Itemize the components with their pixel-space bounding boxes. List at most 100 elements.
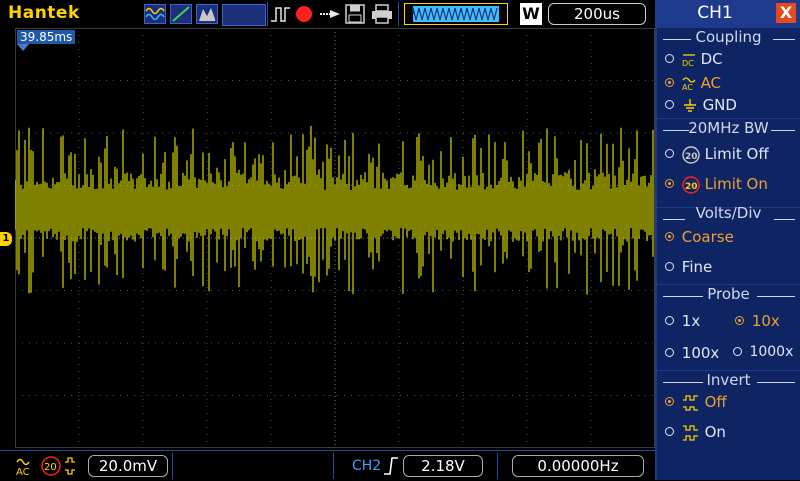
radio-icon <box>665 262 674 271</box>
ch1-menu-panel: CH1 X Coupling DC DC AC AC GND 20MHz BW … <box>655 0 800 480</box>
trigger-source-label: CH2 <box>352 458 382 474</box>
invert-on-label: On <box>704 423 726 441</box>
invert-off-icon <box>682 394 698 411</box>
probe-100x-label: 100x <box>681 344 720 362</box>
probe-1x-label: 1x <box>681 312 701 330</box>
probe-10x-option[interactable]: 10x <box>735 312 780 330</box>
svg-text:20: 20 <box>685 182 698 192</box>
pointer-icon[interactable] <box>318 4 342 24</box>
window-badge[interactable]: W <box>520 3 542 25</box>
coupling-gnd-option[interactable]: GND <box>665 96 737 114</box>
radio-icon <box>665 100 674 109</box>
radio-selected-icon <box>665 179 674 188</box>
coupling-ac-option[interactable]: AC AC <box>665 74 721 92</box>
panel-header: CH1 X <box>655 0 800 26</box>
save-icon[interactable] <box>345 4 365 24</box>
rising-edge-icon <box>384 457 398 475</box>
radio-icon <box>665 149 674 158</box>
status-divider <box>172 453 173 479</box>
bw-limit-on-option[interactable]: 20 Limit On <box>665 175 768 194</box>
trigger-position-pointer[interactable] <box>17 44 29 51</box>
bw-limit-icon: 20 <box>41 456 61 476</box>
probe-10x-label: 10x <box>751 312 780 330</box>
radio-icon <box>665 54 674 63</box>
radio-icon <box>733 346 742 356</box>
bw-limit-off-label: Limit Off <box>704 145 769 163</box>
bw-limit-title: 20MHz BW <box>688 119 769 137</box>
coupling-gnd-label: GND <box>702 96 737 114</box>
record-icon[interactable] <box>294 4 314 24</box>
screen-icon[interactable] <box>222 4 266 26</box>
probe-section: Probe 1x 10x 100x 1000x <box>657 285 800 370</box>
bw-20-limit-icon: 20 <box>682 175 700 194</box>
trigger-level-readout[interactable]: 2.18V <box>403 455 483 477</box>
status-divider <box>333 453 334 479</box>
radio-icon <box>665 348 674 357</box>
coupling-dc-label: DC <box>700 50 723 68</box>
coupling-section: Coupling DC DC AC AC GND <box>657 28 800 118</box>
radio-icon <box>665 427 674 436</box>
ac-coupling-icon: AC <box>16 458 30 477</box>
ac-coupling-icon: AC <box>682 76 696 92</box>
volts-per-div-readout[interactable]: 20.0mV <box>88 455 168 477</box>
coupling-title: Coupling <box>695 28 762 46</box>
invert-on-icon <box>682 424 698 441</box>
svg-text:20: 20 <box>685 152 698 162</box>
bw-limit-off-option[interactable]: 20 Limit Off <box>665 145 769 164</box>
waveform-overview[interactable] <box>404 3 508 25</box>
brand-logo: Hantek <box>8 3 80 23</box>
svg-text:DC: DC <box>682 59 694 68</box>
volts-div-section: Volts/Div Coarse Fine <box>657 204 800 284</box>
volts-div-title: Volts/Div <box>695 204 762 222</box>
invert-off-option[interactable]: Off <box>665 393 727 411</box>
svg-text:AC: AC <box>682 83 693 92</box>
bw-20-icon: 20 <box>682 145 700 164</box>
top-toolbar: Hantek W 200us <box>0 0 655 28</box>
timebase-readout[interactable]: 200us <box>548 3 646 25</box>
status-bar: AC 20 20.0mV CH2 2.18V 0.00000Hz <box>0 450 655 481</box>
svg-text:AC: AC <box>16 467 30 477</box>
panel-title: CH1 <box>697 3 733 23</box>
radio-selected-icon <box>735 316 744 325</box>
coupling-dc-option[interactable]: DC DC <box>665 50 723 68</box>
volts-fine-option[interactable]: Fine <box>665 258 712 276</box>
probe-1x-option[interactable]: 1x <box>665 312 700 330</box>
svg-text:20: 20 <box>44 462 57 473</box>
print-icon[interactable] <box>370 4 394 24</box>
volts-fine-label: Fine <box>681 258 713 276</box>
probe-title: Probe <box>707 285 750 303</box>
invert-icon <box>65 457 75 475</box>
invert-section: Invert Off On <box>657 371 800 480</box>
invert-on-option[interactable]: On <box>665 423 726 441</box>
radio-icon <box>665 316 674 325</box>
cursor-icon[interactable] <box>170 4 192 24</box>
probe-100x-option[interactable]: 100x <box>665 344 719 362</box>
time-position-marker[interactable]: 39.85ms <box>17 30 76 44</box>
ground-icon <box>683 98 696 112</box>
coupling-ac-label: AC <box>700 74 722 92</box>
ch1-trace <box>15 126 654 295</box>
dc-coupling-icon: DC <box>682 53 695 68</box>
trigger-pulse-icon[interactable] <box>270 4 292 24</box>
probe-1000x-option[interactable]: 1000x <box>733 344 793 360</box>
invert-title: Invert <box>706 371 751 389</box>
radio-selected-icon <box>665 232 674 241</box>
status-divider <box>497 453 498 479</box>
probe-1000x-label: 1000x <box>749 344 794 360</box>
bw-limit-on-label: Limit On <box>704 175 768 193</box>
toolbar-divider <box>267 2 268 26</box>
radio-selected-icon <box>665 78 674 87</box>
volts-coarse-label: Coarse <box>681 228 734 246</box>
invert-off-label: Off <box>704 393 727 411</box>
ch1-level-marker[interactable]: 1 <box>0 232 12 246</box>
math-icon[interactable] <box>144 4 166 24</box>
ch1-waveform <box>15 126 654 295</box>
bw-limit-section: 20MHz BW 20 Limit Off 20 Limit On <box>657 119 800 207</box>
toolbar-divider <box>398 2 399 26</box>
waveform-display[interactable] <box>15 28 655 448</box>
measure-icon[interactable] <box>196 4 218 24</box>
frequency-readout: 0.00000Hz <box>512 455 644 477</box>
close-button[interactable]: X <box>776 3 796 23</box>
volts-coarse-option[interactable]: Coarse <box>665 228 734 246</box>
radio-selected-icon <box>665 397 674 406</box>
